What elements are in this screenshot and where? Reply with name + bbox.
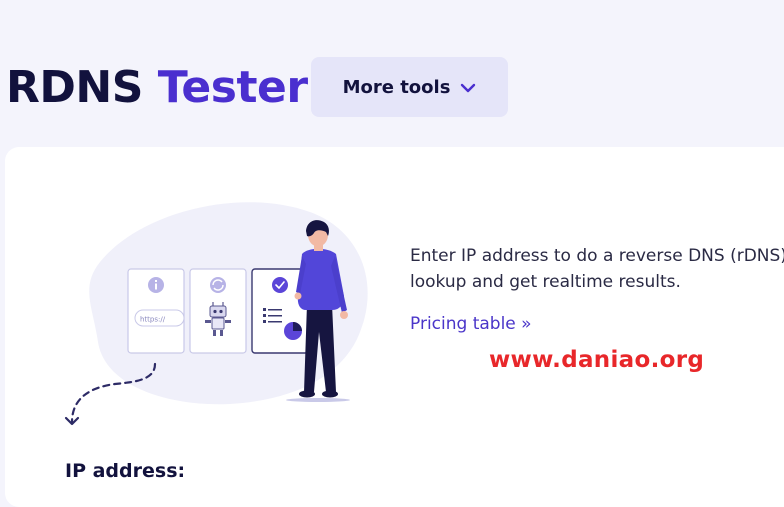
info-icon: [148, 277, 164, 293]
url-field-text: https://: [140, 316, 166, 324]
check-icon: [272, 277, 288, 293]
watermark-text: www.daniao.org: [489, 347, 705, 373]
refresh-icon: [210, 277, 226, 293]
more-tools-label: More tools: [342, 76, 451, 98]
chevron-down-icon: [460, 83, 476, 93]
page-title-accent: Tester: [157, 62, 308, 113]
lookup-illustration: https://: [64, 202, 368, 426]
pie-chart-icon: [284, 322, 302, 340]
ip-address-label: IP address:: [65, 460, 186, 482]
pricing-table-link[interactable]: Pricing table »: [410, 314, 532, 334]
tool-description: Enter IP address to do a reverse DNS (rD…: [410, 246, 784, 292]
more-tools-button[interactable]: More tools: [311, 57, 508, 117]
page-title: RDNS Tester: [6, 60, 308, 116]
page-title-main: RDNS: [6, 62, 143, 113]
